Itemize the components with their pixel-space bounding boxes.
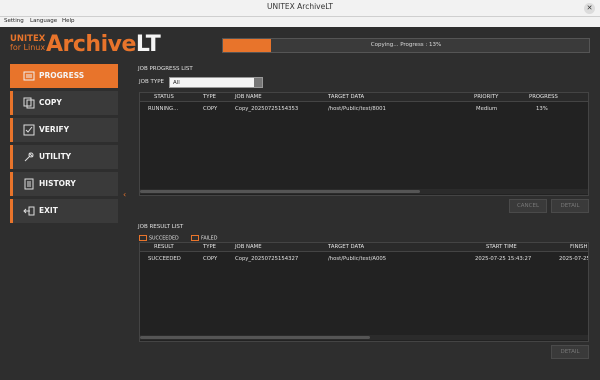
overall-progress-bar: Copying... Progress : 13% [222,38,590,53]
progress-table: STATUS TYPE JOB NAME TARGET DATA PRIORIT… [139,92,589,196]
nav-label: PROGRESS [39,71,85,80]
result-table: RESULT TYPE JOB NAME TARGET DATA START T… [139,242,589,342]
logo-unitex: UNITEX for Linux [10,35,46,52]
legend-failed-label: FAILED [201,236,218,242]
col-starttime[interactable]: START TIME [486,244,517,250]
nav-exit[interactable]: EXIT [10,199,118,223]
nav-history[interactable]: HISTORY [10,172,118,196]
title-bar: UNITEX ArchiveLT ✕ [0,0,600,17]
cell-status: RUNNING... [148,106,179,112]
copy-icon [23,97,35,109]
nav-label: EXIT [39,206,58,215]
jobtype-label: JOB TYPE [139,79,164,85]
nav-utility[interactable]: UTILITY [10,145,118,169]
col-jobname[interactable]: JOB NAME [235,94,262,100]
app-body: UNITEX for Linux ArchiveLT Copying... Pr… [0,27,600,380]
result-list-title: JOB RESULT LIST [138,224,184,230]
cell-type: COPY [203,256,218,262]
chevron-down-icon [254,78,262,87]
nav-label: HISTORY [39,179,76,188]
cell-progress: 13% [536,106,548,112]
window-title: UNITEX ArchiveLT [267,2,333,11]
succeeded-swatch [139,235,147,241]
menu-help[interactable]: Help [62,18,75,24]
nav-progress[interactable]: PROGRESS [10,64,118,88]
cell-finish: 2025-07-25 [559,256,589,262]
detail-button[interactable]: DETAIL [551,345,589,359]
cell-targetdata: /host/Public/test/8001 [328,106,386,112]
horizontal-scrollbar[interactable] [140,189,588,194]
menu-setting[interactable]: Setting [4,18,24,24]
nav-label: COPY [39,98,62,107]
jobtype-select[interactable]: All [169,77,263,88]
col-targetdata[interactable]: TARGET DATA [328,244,364,250]
col-type[interactable]: TYPE [203,244,216,250]
table-row[interactable]: RUNNING... COPY Copy_20250725154353 /hos… [140,104,588,116]
col-type[interactable]: TYPE [203,94,216,100]
progress-text: Copying... Progress : 13% [370,42,442,48]
close-icon[interactable]: ✕ [584,3,595,14]
col-jobname[interactable]: JOB NAME [235,244,262,250]
col-result[interactable]: RESULT [154,244,174,250]
scrollbar-thumb[interactable] [140,190,420,193]
cell-targetdata: /host/Public/test/A005 [328,256,387,262]
progress-table-header: STATUS TYPE JOB NAME TARGET DATA PRIORIT… [140,93,588,102]
cell-type: COPY [203,106,218,112]
col-status[interactable]: STATUS [154,94,174,100]
cancel-button[interactable]: CANCEL [509,199,547,213]
nav-verify[interactable]: VERIFY [10,118,118,142]
collapse-arrow-icon[interactable]: ‹ [123,190,126,199]
jobtype-value: All [173,80,180,86]
utility-icon [23,151,35,163]
cell-jobname: Copy_20250725154353 [235,106,299,112]
detail-button[interactable]: DETAIL [551,199,589,213]
cell-result: SUCCEEDED [148,256,181,262]
progress-list-title: JOB PROGRESS LIST [138,66,193,72]
failed-swatch [191,235,199,241]
logo-archivelt: ArchiveLT [46,32,161,57]
history-icon [23,178,35,190]
logo-line2: for Linux [10,42,46,52]
menu-language[interactable]: Language [30,18,57,24]
col-progress[interactable]: PROGRESS [529,94,558,100]
table-row[interactable]: SUCCEEDED COPY Copy_20250725154327 /host… [140,254,588,266]
col-targetdata[interactable]: TARGET DATA [328,94,364,100]
verify-icon [23,124,35,136]
result-table-header: RESULT TYPE JOB NAME TARGET DATA START T… [140,243,588,252]
logo-archive: Archive [46,32,136,57]
cell-starttime: 2025-07-25 15:43:27 [475,256,532,262]
logo-lt: LT [135,32,161,57]
cell-priority: Medium [476,106,498,112]
exit-icon [23,205,35,217]
nav-copy[interactable]: COPY [10,91,118,115]
legend-succeeded-label: SUCCEEDED [149,236,179,242]
menu-bar: Setting Language Help [0,17,600,27]
col-priority[interactable]: PRIORITY [474,94,498,100]
progress-icon [23,70,35,82]
cell-jobname: Copy_20250725154327 [235,256,299,262]
nav-label: VERIFY [39,125,70,134]
col-finish[interactable]: FINISH [570,244,587,250]
nav-label: UTILITY [39,152,72,161]
legend-succeeded: SUCCEEDED [139,235,179,242]
scrollbar-thumb[interactable] [140,336,370,339]
horizontal-scrollbar[interactable] [140,335,588,340]
legend-failed: FAILED [191,235,217,242]
